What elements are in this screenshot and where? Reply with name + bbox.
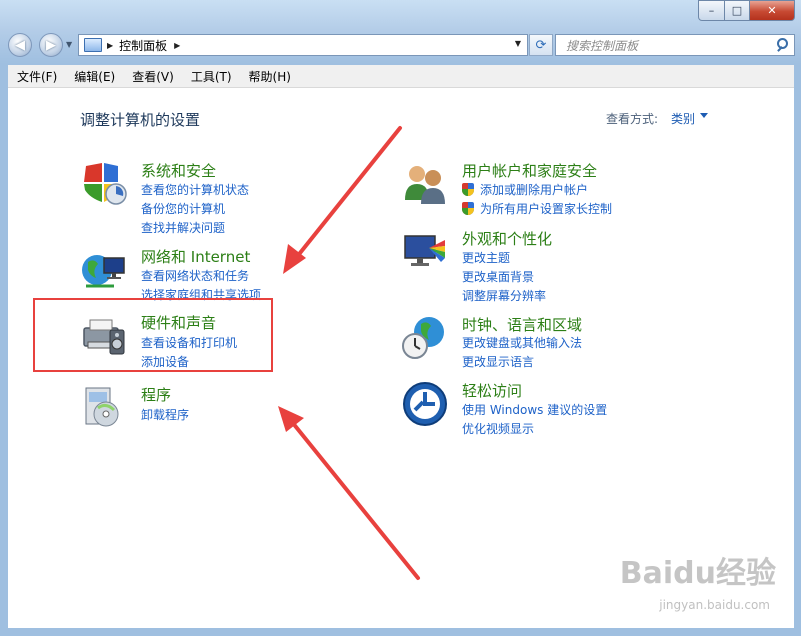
category-title[interactable]: 外观和个性化	[462, 228, 552, 249]
view-by-label: 查看方式:	[606, 112, 659, 126]
search-box[interactable]: 搜索控制面板	[555, 34, 795, 56]
breadcrumb-control-panel[interactable]: 控制面板	[119, 37, 167, 54]
network-internet-icon[interactable]	[80, 246, 128, 294]
ease-of-access-icon[interactable]	[401, 380, 449, 428]
refresh-icon[interactable]: ⟳	[529, 34, 553, 56]
category-title[interactable]: 时钟、语言和区域	[462, 314, 582, 335]
menu-help[interactable]: 帮助(H)	[240, 68, 299, 85]
link-optimize-visual-display[interactable]: 优化视频显示	[462, 420, 534, 437]
link-troubleshoot[interactable]: 查找并解决问题	[141, 219, 225, 236]
user-accounts-icon[interactable]	[401, 160, 449, 208]
control-panel-window: – □ ✕ ◀ ▶ ▼ ▶ 控制面板 ▶ ▼ ⟳ 搜索控制面板 文件(F) 编辑…	[0, 0, 801, 636]
programs-icon[interactable]	[80, 384, 128, 432]
category-title[interactable]: 系统和安全	[141, 160, 216, 181]
category-title[interactable]: 网络和 Internet	[141, 246, 250, 267]
menu-file[interactable]: 文件(F)	[8, 68, 65, 85]
link-uninstall-program[interactable]: 卸载程序	[141, 406, 189, 423]
forward-arrow-icon[interactable]: ▶	[39, 33, 63, 57]
view-by-dropdown[interactable]: 类别	[671, 110, 695, 127]
recent-pages-dropdown-icon[interactable]: ▼	[66, 40, 72, 49]
maximize-button[interactable]: □	[725, 0, 750, 21]
appearance-icon[interactable]	[401, 228, 449, 276]
uac-shield-icon	[462, 202, 474, 215]
baidu-jingyan-watermark: Baidu经验	[619, 556, 776, 591]
category-title[interactable]: 用户帐户和家庭安全	[462, 160, 597, 181]
minimize-button[interactable]: –	[698, 0, 725, 21]
menu-bar: 文件(F) 编辑(E) 查看(V) 工具(T) 帮助(H)	[8, 65, 794, 88]
search-input[interactable]: 搜索控制面板	[566, 37, 774, 54]
clock-region-icon[interactable]	[401, 314, 449, 362]
menu-tools[interactable]: 工具(T)	[182, 68, 240, 85]
back-arrow-icon[interactable]: ◀	[8, 33, 32, 57]
category-title[interactable]: 轻松访问	[462, 380, 522, 401]
link-network-status[interactable]: 查看网络状态和任务	[141, 267, 249, 284]
link-parental-controls[interactable]: 为所有用户设置家长控制	[480, 200, 612, 217]
main-content: 调整计算机的设置 查看方式: 类别 系统和安全 查看您的计算机状态 备份您的计算…	[8, 88, 794, 628]
uac-shield-icon	[462, 183, 474, 196]
address-bar[interactable]: ▶ 控制面板 ▶ ▼	[78, 34, 528, 56]
close-button[interactable]: ✕	[750, 0, 795, 21]
search-icon[interactable]	[774, 37, 790, 53]
link-change-theme[interactable]: 更改主题	[462, 249, 510, 266]
breadcrumb-chevron-icon[interactable]: ▶	[107, 41, 113, 50]
menu-edit[interactable]: 编辑(E)	[65, 68, 123, 85]
annotation-highlight-box	[33, 298, 273, 372]
link-add-remove-accounts[interactable]: 添加或删除用户帐户	[480, 181, 588, 198]
address-dropdown-icon[interactable]: ▼	[515, 39, 521, 48]
breadcrumb-chevron-icon[interactable]: ▶	[174, 41, 180, 50]
link-view-computer-status[interactable]: 查看您的计算机状态	[141, 181, 249, 198]
control-panel-icon	[84, 38, 102, 52]
link-change-keyboard[interactable]: 更改键盘或其他输入法	[462, 334, 582, 351]
watermark-url: jingyan.baidu.com	[659, 598, 770, 612]
system-security-icon[interactable]	[80, 160, 128, 208]
link-change-display-language[interactable]: 更改显示语言	[462, 353, 534, 370]
page-title: 调整计算机的设置	[80, 111, 201, 129]
menu-view[interactable]: 查看(V)	[123, 68, 182, 85]
link-change-background[interactable]: 更改桌面背景	[462, 268, 534, 285]
view-by-caret-icon[interactable]	[700, 113, 708, 118]
category-title[interactable]: 程序	[141, 384, 171, 405]
link-backup-computer[interactable]: 备份您的计算机	[141, 200, 225, 217]
link-windows-suggested-settings[interactable]: 使用 Windows 建议的设置	[462, 401, 607, 418]
navigation-bar: ◀ ▶ ▼ ▶ 控制面板 ▶ ▼ ⟳ 搜索控制面板	[8, 32, 795, 58]
link-screen-resolution[interactable]: 调整屏幕分辨率	[462, 287, 546, 304]
caption-buttons: – □ ✕	[698, 0, 795, 21]
